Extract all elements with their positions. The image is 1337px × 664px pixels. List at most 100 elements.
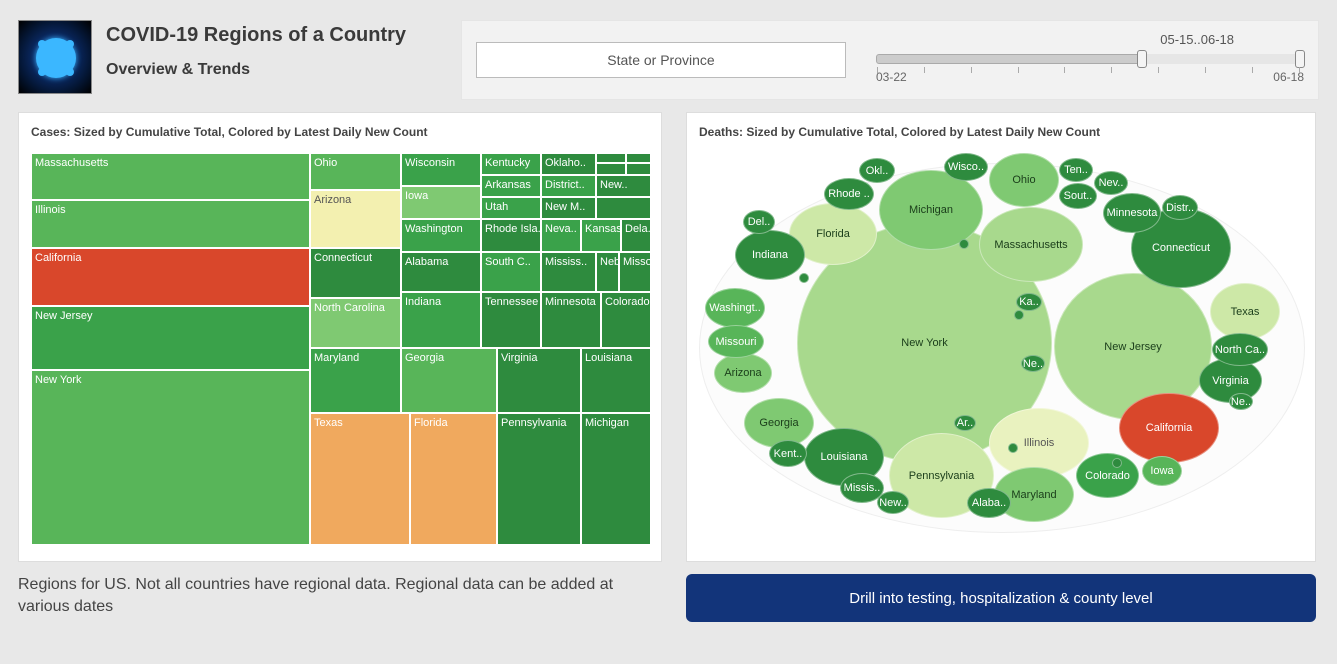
- treemap-cell[interactable]: [596, 197, 651, 219]
- treemap-cell[interactable]: Oklaho..: [541, 153, 596, 175]
- bubble[interactable]: Ka..: [1016, 293, 1042, 311]
- treemap-cell[interactable]: [596, 163, 626, 175]
- treemap-cell[interactable]: California: [31, 248, 310, 306]
- bubble[interactable]: Del..: [743, 210, 775, 234]
- treemap-cell[interactable]: Texas: [310, 413, 410, 545]
- treemap-cell[interactable]: Georgia: [401, 348, 497, 413]
- title-block: COVID-19 Regions of a Country Overview &…: [106, 20, 406, 79]
- treemap-cell[interactable]: Indiana: [401, 292, 481, 348]
- treemap-cell[interactable]: Kentucky: [481, 153, 541, 175]
- treemap-cell[interactable]: Arizona: [310, 190, 401, 248]
- bubble[interactable]: Ten..: [1059, 158, 1093, 182]
- bubble[interactable]: [1112, 458, 1122, 468]
- treemap-cell[interactable]: New M..: [541, 197, 596, 219]
- treemap-cell[interactable]: District..: [541, 175, 596, 197]
- bubble[interactable]: Distr..: [1162, 195, 1198, 220]
- bubble[interactable]: Iowa: [1142, 456, 1182, 486]
- cases-treemap[interactable]: Massachusetts Illinois California New Je…: [31, 153, 651, 545]
- bubble[interactable]: [1008, 443, 1018, 453]
- bubble[interactable]: Arizona: [714, 353, 772, 393]
- slider-track[interactable]: [876, 54, 1304, 64]
- chart-panels: Cases: Sized by Cumulative Total, Colore…: [0, 112, 1337, 562]
- bubble[interactable]: Wisco..: [944, 153, 988, 181]
- bubble[interactable]: Alaba..: [967, 488, 1011, 518]
- bubble[interactable]: Ne..: [1229, 393, 1253, 410]
- treemap-cell[interactable]: Washington: [401, 219, 481, 252]
- slider-range-label: 05-15..06-18: [1160, 32, 1234, 47]
- treemap-cell[interactable]: [626, 153, 651, 163]
- bubble[interactable]: Ohio: [989, 153, 1059, 207]
- treemap-cell[interactable]: [626, 163, 651, 175]
- bubble[interactable]: Colorado: [1076, 453, 1139, 498]
- treemap-cell[interactable]: Iowa: [401, 186, 481, 219]
- treemap-cell[interactable]: Minnesota: [541, 292, 601, 348]
- bubble[interactable]: Rhode ..: [824, 178, 874, 210]
- slider-selected-range: [1137, 54, 1303, 64]
- treemap-cell[interactable]: Kansas: [581, 219, 621, 252]
- cases-panel-title: Cases: Sized by Cumulative Total, Colore…: [31, 125, 649, 139]
- treemap-cell[interactable]: Colorado: [601, 292, 651, 348]
- treemap-cell[interactable]: Connecticut: [310, 248, 401, 298]
- treemap-cell[interactable]: [596, 153, 626, 163]
- bubble[interactable]: Sout..: [1059, 183, 1097, 209]
- bubble[interactable]: Michigan: [879, 170, 983, 250]
- treemap-cell[interactable]: Arkansas: [481, 175, 541, 197]
- treemap-cell[interactable]: Ohio: [310, 153, 401, 190]
- slider-handle-start[interactable]: [1137, 50, 1147, 68]
- treemap-cell[interactable]: Nebr..: [596, 252, 619, 292]
- slider-ticks: [877, 67, 1303, 73]
- bubble[interactable]: Minnesota: [1103, 193, 1161, 233]
- treemap-cell[interactable]: Misso..: [619, 252, 651, 292]
- treemap-cell[interactable]: Alabama: [401, 252, 481, 292]
- treemap-cell[interactable]: Wisconsin: [401, 153, 481, 186]
- treemap-cell[interactable]: Florida: [410, 413, 497, 545]
- treemap-cell[interactable]: New..: [596, 175, 651, 197]
- treemap-cell[interactable]: New York: [31, 370, 310, 545]
- treemap-cell[interactable]: Illinois: [31, 200, 310, 248]
- slider-handle-end[interactable]: [1295, 50, 1305, 68]
- treemap-cell[interactable]: Louisiana: [581, 348, 651, 413]
- bubble[interactable]: Indiana: [735, 230, 805, 280]
- treemap-cell[interactable]: Mississ..: [541, 252, 596, 292]
- bubble[interactable]: [1014, 310, 1024, 320]
- treemap-cell[interactable]: Dela..: [621, 219, 651, 252]
- deaths-bubble-chart[interactable]: New York New Jersey Massachusetts Michig…: [699, 153, 1305, 545]
- bubble[interactable]: Massachusetts: [979, 207, 1083, 282]
- deaths-bubble-panel: Deaths: Sized by Cumulative Total, Color…: [686, 112, 1316, 562]
- deaths-panel-title: Deaths: Sized by Cumulative Total, Color…: [699, 125, 1303, 139]
- treemap-cell[interactable]: Neva..: [541, 219, 581, 252]
- cases-treemap-panel: Cases: Sized by Cumulative Total, Colore…: [18, 112, 662, 562]
- state-province-dropdown[interactable]: State or Province: [476, 42, 846, 78]
- bubble[interactable]: Nev..: [1094, 171, 1128, 195]
- treemap-cell[interactable]: Maryland: [310, 348, 401, 413]
- treemap-cell[interactable]: New Jersey: [31, 306, 310, 370]
- treemap-cell[interactable]: Pennsylvania: [497, 413, 581, 545]
- treemap-cell[interactable]: Michigan: [581, 413, 651, 545]
- treemap-cell[interactable]: Massachusetts: [31, 153, 310, 200]
- bubble[interactable]: Washingt..: [705, 288, 765, 328]
- page-title: COVID-19 Regions of a Country: [106, 24, 406, 47]
- bubble[interactable]: California: [1119, 393, 1219, 463]
- footnote-text: Regions for US. Not all countries have r…: [18, 574, 662, 617]
- bubble[interactable]: Kent..: [769, 440, 807, 467]
- treemap-cell[interactable]: South C..: [481, 252, 541, 292]
- footer-bar: Regions for US. Not all countries have r…: [0, 562, 1337, 622]
- treemap-cell[interactable]: North Carolina: [310, 298, 401, 348]
- bubble[interactable]: Ne..: [1021, 355, 1045, 372]
- bubble[interactable]: [799, 273, 809, 283]
- treemap-cell[interactable]: Tennessee: [481, 292, 541, 348]
- page-subtitle: Overview & Trends: [106, 61, 406, 79]
- treemap-cell[interactable]: Utah: [481, 197, 541, 219]
- drill-down-button[interactable]: Drill into testing, hospitalization & co…: [686, 574, 1316, 622]
- bubble[interactable]: [959, 239, 969, 249]
- bubble[interactable]: Texas: [1210, 283, 1280, 340]
- treemap-cell[interactable]: Virginia: [497, 348, 581, 413]
- date-range-slider[interactable]: 05-15..06-18 03-22 06-18: [876, 36, 1304, 84]
- bubble[interactable]: New..: [877, 491, 909, 514]
- bubble[interactable]: Missouri: [708, 325, 764, 358]
- bubble[interactable]: North Ca..: [1212, 333, 1268, 366]
- treemap-cell[interactable]: Rhode Isla..: [481, 219, 541, 252]
- filter-bar: State or Province 05-15..06-18 03-22 06-…: [461, 20, 1319, 100]
- bubble[interactable]: Ar..: [954, 415, 976, 431]
- bubble[interactable]: Okl..: [859, 158, 895, 183]
